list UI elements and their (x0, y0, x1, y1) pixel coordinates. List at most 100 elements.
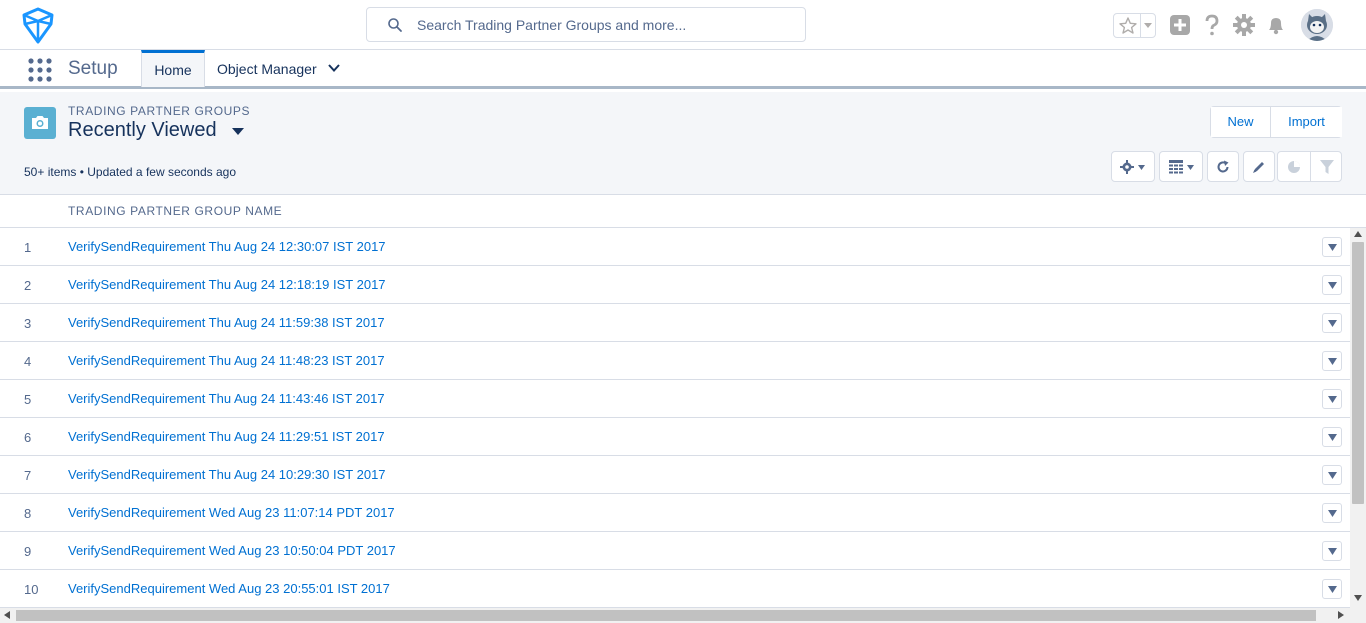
search-input[interactable] (417, 8, 797, 41)
global-search[interactable] (366, 7, 806, 42)
filter-icon[interactable] (1320, 160, 1334, 174)
chart-icon[interactable] (1287, 160, 1301, 174)
record-link[interactable]: VerifySendRequirement Thu Aug 24 11:29:5… (68, 429, 385, 444)
chevron-down-icon (1328, 548, 1337, 555)
action-button-group: New Import (1210, 106, 1342, 138)
chevron-down-icon (1328, 434, 1337, 441)
scroll-down-arrow-icon[interactable] (1354, 595, 1362, 601)
record-link[interactable]: VerifySendRequirement Wed Aug 23 11:07:1… (68, 505, 395, 520)
record-link[interactable]: VerifySendRequirement Thu Aug 24 11:43:4… (68, 391, 385, 406)
row-actions-button[interactable] (1322, 389, 1342, 409)
row-actions-button[interactable] (1322, 579, 1342, 599)
table-row: 1 VerifySendRequirement Thu Aug 24 12:30… (0, 228, 1350, 266)
list-view-switcher-icon[interactable] (232, 127, 244, 136)
chevron-down-icon (1138, 165, 1145, 170)
record-link[interactable]: VerifySendRequirement Thu Aug 24 10:29:3… (68, 467, 386, 482)
scrollbar-corner (1350, 608, 1366, 623)
app-launcher-icon[interactable] (28, 58, 52, 82)
row-number: 8 (24, 506, 32, 521)
row-actions-button[interactable] (1322, 427, 1342, 447)
scroll-up-arrow-icon[interactable] (1354, 231, 1362, 237)
context-bar: Setup Home Object Manager (0, 50, 1366, 89)
chevron-down-icon (1328, 282, 1337, 289)
chevron-down-icon (1328, 586, 1337, 593)
row-actions-button[interactable] (1322, 503, 1342, 523)
row-actions-button[interactable] (1322, 275, 1342, 295)
list-view-header: TRADING PARTNER GROUPS Recently Viewed N… (0, 92, 1366, 195)
object-label: TRADING PARTNER GROUPS (68, 104, 251, 118)
record-link[interactable]: VerifySendRequirement Thu Aug 24 12:30:0… (68, 239, 386, 254)
camera-icon (32, 116, 48, 129)
chevron-down-icon[interactable] (328, 63, 340, 73)
favorites-button-group[interactable] (1113, 13, 1156, 38)
record-link[interactable]: VerifySendRequirement Thu Aug 24 12:18:1… (68, 277, 386, 292)
vertical-scrollbar[interactable] (1350, 228, 1366, 608)
object-icon (24, 107, 56, 139)
table-row: 9 VerifySendRequirement Wed Aug 23 10:50… (0, 532, 1350, 570)
inline-edit-button[interactable] (1243, 151, 1275, 182)
table-row: 3 VerifySendRequirement Thu Aug 24 11:59… (0, 304, 1350, 342)
table-icon (1169, 160, 1183, 174)
row-actions-button[interactable] (1322, 465, 1342, 485)
list-view-title[interactable]: Recently Viewed (68, 119, 217, 142)
column-header-name[interactable]: TRADING PARTNER GROUP NAME (68, 204, 282, 218)
row-number: 6 (24, 430, 32, 445)
star-icon[interactable] (1118, 16, 1138, 36)
table-row: 8 VerifySendRequirement Wed Aug 23 11:07… (0, 494, 1350, 532)
row-number: 2 (24, 278, 32, 293)
chevron-down-icon[interactable] (1143, 22, 1153, 30)
tab-object-manager[interactable]: Object Manager (205, 50, 350, 87)
row-number: 9 (24, 544, 32, 559)
divider (1140, 14, 1141, 37)
app-name: Setup (68, 58, 118, 79)
chart-filter-button-group (1277, 151, 1342, 182)
horizontal-scrollbar[interactable] (0, 608, 1350, 623)
row-number: 7 (24, 468, 32, 483)
scrollbar-thumb[interactable] (16, 610, 1316, 621)
row-actions-button[interactable] (1322, 313, 1342, 333)
table-row: 6 VerifySendRequirement Thu Aug 24 11:29… (0, 418, 1350, 456)
table-row: 4 VerifySendRequirement Thu Aug 24 11:48… (0, 342, 1350, 380)
row-number: 3 (24, 316, 32, 331)
record-link[interactable]: VerifySendRequirement Wed Aug 23 20:55:0… (68, 581, 390, 596)
row-number: 10 (24, 582, 39, 597)
user-avatar-icon (1301, 9, 1333, 41)
row-number: 1 (24, 240, 32, 255)
global-header (0, 0, 1366, 50)
notification-bell-icon[interactable] (1265, 14, 1287, 36)
record-link[interactable]: VerifySendRequirement Thu Aug 24 11:59:3… (68, 315, 385, 330)
logo-icon[interactable] (18, 6, 58, 46)
tab-label: Home (154, 62, 192, 78)
row-actions-button[interactable] (1322, 237, 1342, 257)
chevron-down-icon (1187, 165, 1194, 170)
table-column-header: TRADING PARTNER GROUP NAME (0, 195, 1366, 228)
table-body: 1 VerifySendRequirement Thu Aug 24 12:30… (0, 228, 1350, 608)
chevron-down-icon (1328, 358, 1337, 365)
setup-gear-icon[interactable] (1233, 14, 1255, 36)
row-number: 4 (24, 354, 32, 369)
scroll-right-arrow-icon[interactable] (1338, 611, 1344, 619)
row-actions-button[interactable] (1322, 541, 1342, 561)
row-actions-button[interactable] (1322, 351, 1342, 371)
import-button[interactable]: Import (1270, 107, 1342, 137)
chevron-down-icon (1328, 510, 1337, 517)
tab-home[interactable]: Home (141, 50, 205, 87)
record-link[interactable]: VerifySendRequirement Thu Aug 24 11:48:2… (68, 353, 385, 368)
scroll-left-arrow-icon[interactable] (4, 611, 10, 619)
list-view-controls-button[interactable] (1111, 151, 1155, 182)
add-icon[interactable] (1169, 14, 1191, 36)
edit-icon (1253, 162, 1264, 173)
record-link[interactable]: VerifySendRequirement Wed Aug 23 10:50:0… (68, 543, 396, 558)
help-icon[interactable] (1201, 14, 1223, 36)
scrollbar-thumb[interactable] (1352, 242, 1364, 504)
tab-label: Object Manager (217, 61, 317, 77)
settings-gear-icon (1120, 160, 1134, 174)
chevron-down-icon (1328, 320, 1337, 327)
avatar[interactable] (1301, 9, 1333, 41)
new-button[interactable]: New (1211, 107, 1270, 137)
display-as-button[interactable] (1159, 151, 1203, 182)
row-number: 5 (24, 392, 32, 407)
table-row: 2 VerifySendRequirement Thu Aug 24 12:18… (0, 266, 1350, 304)
divider (1310, 152, 1311, 181)
refresh-button[interactable] (1207, 151, 1239, 182)
